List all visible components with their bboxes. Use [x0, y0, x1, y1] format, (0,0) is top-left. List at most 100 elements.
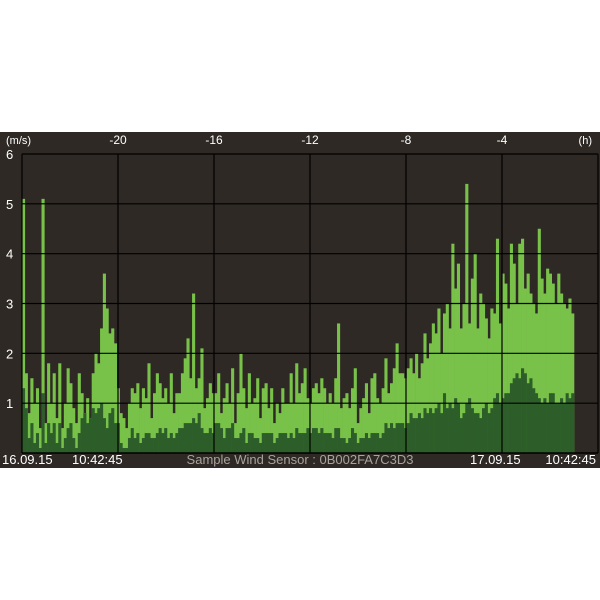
average-bar	[334, 428, 338, 453]
average-bar	[412, 418, 416, 453]
average-bar	[534, 393, 539, 453]
average-bar	[300, 433, 304, 453]
average-bar	[206, 433, 210, 453]
average-bar	[175, 433, 179, 453]
average-bar	[189, 423, 193, 453]
average-bar	[479, 418, 483, 453]
average-bar	[231, 423, 235, 453]
average-bar	[440, 413, 444, 453]
average-bar	[161, 433, 165, 453]
average-bar	[267, 433, 271, 453]
average-bar	[242, 428, 246, 453]
average-bar	[473, 413, 477, 453]
y-tick-label: 5	[6, 197, 13, 212]
average-bar	[127, 438, 132, 453]
x-tick-label: -12	[301, 133, 319, 147]
average-bar	[275, 438, 279, 453]
average-bar	[565, 393, 569, 453]
average-bar	[35, 433, 40, 453]
average-bar	[66, 428, 70, 453]
average-bar	[350, 428, 355, 453]
average-bar	[247, 433, 251, 453]
y-tick-label: 6	[6, 147, 13, 162]
sensor-label: Sample Wind Sensor : 0B002FA7C3D3	[187, 452, 414, 467]
average-bar	[537, 398, 541, 453]
average-bar	[169, 433, 173, 453]
average-bar	[423, 408, 427, 453]
average-bar	[381, 433, 385, 453]
average-bar	[278, 433, 282, 453]
x-axis-unit: (h)	[579, 135, 592, 147]
average-bar	[55, 443, 59, 453]
average-bar	[445, 408, 449, 453]
average-bar	[459, 418, 463, 453]
average-bar	[284, 433, 288, 453]
average-bar	[476, 413, 480, 453]
average-bar	[295, 428, 299, 453]
average-bar	[164, 428, 168, 453]
x-tick-label: -20	[109, 133, 127, 147]
chart-footer: 16.09.15 10:42:45 Sample Wind Sensor : 0…	[2, 452, 596, 467]
average-bar	[317, 433, 321, 453]
average-bar	[395, 423, 399, 453]
average-bar	[490, 408, 494, 453]
average-bar	[58, 423, 62, 453]
average-bar	[348, 438, 352, 453]
average-bar	[256, 438, 260, 453]
average-bar	[551, 393, 555, 453]
average-bar	[406, 423, 410, 453]
average-bar	[155, 433, 159, 453]
average-bar	[233, 438, 237, 453]
average-bar	[178, 428, 182, 453]
x-tick-label: -16	[205, 133, 223, 147]
average-bar	[63, 438, 67, 453]
average-bar	[426, 413, 430, 453]
average-bar	[384, 423, 388, 453]
average-bar	[362, 438, 366, 453]
average-bar	[111, 408, 115, 453]
average-bar	[540, 403, 544, 453]
average-bar	[222, 438, 226, 453]
average-bar	[94, 413, 98, 453]
average-bar	[136, 433, 140, 453]
average-bar	[337, 428, 341, 453]
average-bar	[228, 428, 232, 453]
average-bar	[546, 403, 550, 453]
average-bar	[571, 393, 575, 453]
average-bar	[311, 428, 316, 453]
average-bar	[49, 433, 53, 453]
average-bar	[454, 398, 458, 453]
average-bar	[88, 418, 92, 453]
average-bar	[292, 438, 296, 453]
average-bar	[270, 433, 274, 453]
average-bar	[417, 413, 421, 453]
average-bar	[147, 433, 151, 453]
average-bar	[289, 433, 293, 453]
average-bar	[261, 433, 265, 453]
average-bar	[323, 433, 327, 453]
average-bar	[390, 423, 394, 453]
y-tick-label: 4	[6, 247, 13, 262]
average-bar	[328, 433, 332, 453]
average-bar	[493, 398, 497, 453]
average-bar	[100, 403, 104, 453]
average-bar	[320, 428, 324, 453]
average-bar	[130, 428, 134, 453]
average-bar	[24, 408, 28, 453]
average-bar	[239, 433, 243, 453]
average-bar	[495, 393, 500, 453]
end-date: 17.09.15	[470, 452, 521, 467]
average-bar	[194, 423, 198, 453]
average-bar	[507, 393, 511, 453]
y-tick-label: 2	[6, 346, 13, 361]
x-tick-label: -8	[401, 133, 412, 147]
average-bar	[415, 418, 419, 453]
average-bar	[236, 438, 240, 453]
start-time: 10:42:45	[72, 452, 123, 467]
average-bar	[91, 408, 95, 453]
y-tick-label: 3	[6, 297, 13, 312]
average-bar	[172, 438, 176, 453]
average-bar	[462, 413, 466, 453]
average-bar	[47, 423, 51, 453]
average-bar	[364, 433, 368, 453]
